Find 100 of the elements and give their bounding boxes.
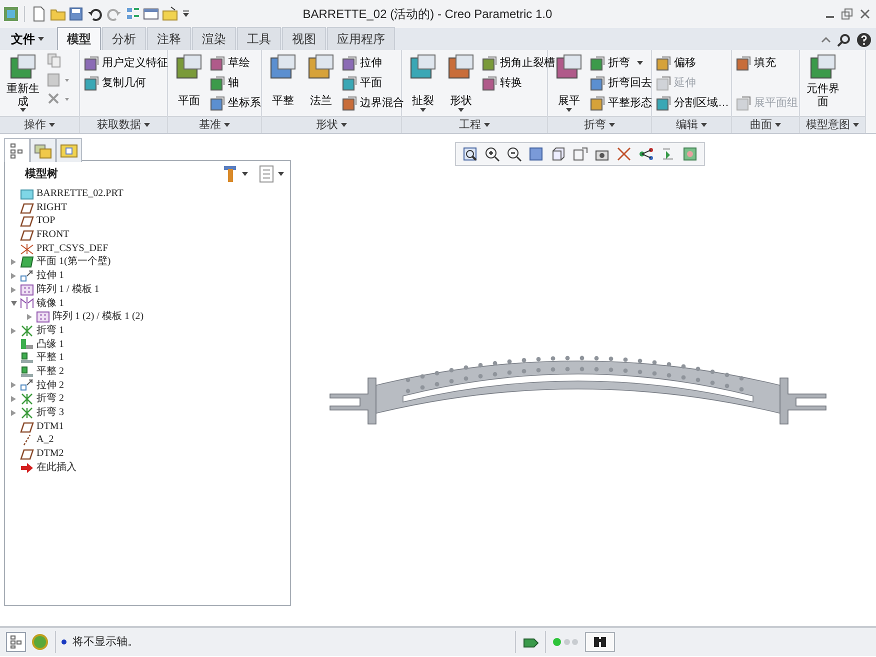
ribbon-group-label[interactable]: 形状	[316, 116, 338, 134]
ribbon-button[interactable]: 坐标系	[210, 93, 261, 113]
message-bullet-icon	[61, 639, 67, 645]
model-tree-toggle-button[interactable]	[6, 632, 26, 652]
ribbon-button[interactable]: 折弯	[590, 53, 652, 73]
ribbon-button[interactable]: 平整	[266, 53, 300, 116]
expand-arrow-icon[interactable]	[11, 396, 16, 402]
model-tree-tab[interactable]	[4, 138, 30, 162]
extrude-icon	[20, 270, 34, 282]
tree-item[interactable]: 平面 1(第一个壁)	[36, 255, 111, 270]
tree-item[interactable]: 阵列 1 / 模板 1	[36, 282, 100, 297]
file-menu[interactable]: 文件	[2, 28, 52, 50]
favorites-folder-icon	[60, 144, 78, 158]
find-button[interactable]	[585, 632, 615, 652]
feature-icon	[656, 96, 671, 110]
ribbon-button[interactable]: 平面	[172, 53, 206, 116]
tree-item[interactable]: DTM2	[36, 447, 64, 461]
ribbon-button[interactable]: 平整形态	[590, 93, 652, 113]
expand-arrow-icon[interactable]	[11, 382, 16, 388]
close-icon[interactable]	[858, 8, 870, 20]
ribbon-tab[interactable]: 模型	[57, 27, 101, 50]
ribbon-button[interactable]: 轴	[210, 73, 261, 93]
ribbon-button[interactable]: 拉伸	[342, 53, 404, 73]
ribbon-button[interactable]: 元件界面	[804, 53, 842, 116]
ribbon-tab[interactable]: 工具	[237, 27, 281, 50]
folders-icon	[34, 142, 52, 158]
tree-item[interactable]: RIGHT	[36, 200, 68, 214]
part-icon	[20, 188, 34, 200]
ribbon-button[interactable]: 平面	[342, 73, 404, 93]
tree-item[interactable]: BARRETTE_02.PRT	[36, 187, 124, 201]
ribbon-tab[interactable]: 视图	[282, 27, 326, 50]
expand-arrow-icon[interactable]	[11, 328, 16, 334]
ribbon-button[interactable]: 形状	[444, 53, 478, 116]
wall-feature-icon	[20, 256, 34, 268]
mirror-icon	[20, 297, 34, 310]
help-icon[interactable]	[856, 33, 870, 48]
tree-item[interactable]: 拉伸 2	[36, 378, 64, 392]
caret-icon	[484, 123, 490, 127]
ribbon-tab[interactable]: 分析	[102, 27, 146, 50]
tree-item[interactable]: 平整 2	[36, 364, 64, 379]
tree-item[interactable]: PRT_CSYS_DEF	[36, 242, 108, 256]
undo-icon[interactable]	[87, 6, 103, 22]
ribbon-button[interactable]: 重新生成	[4, 53, 42, 116]
bend-icon	[20, 406, 34, 419]
ribbon-button[interactable]: 转换	[482, 73, 555, 93]
tree-item[interactable]: TOP	[36, 214, 56, 228]
save-icon[interactable]	[68, 6, 84, 22]
restore-icon[interactable]	[841, 8, 853, 20]
windows-icon[interactable]	[143, 6, 160, 22]
status-message: 将不显示轴。	[72, 634, 140, 650]
ribbon-button[interactable]: 填充	[736, 53, 798, 73]
tree-item[interactable]: 折弯 1	[36, 324, 64, 338]
zoom-out-icon[interactable]	[506, 146, 522, 162]
binoculars-icon	[592, 635, 608, 649]
ribbon-button[interactable]: 分割区域…	[656, 93, 729, 113]
paste-icon[interactable]	[46, 72, 70, 88]
ribbon-tab[interactable]: 应用程序	[327, 27, 395, 50]
insert-here-icon	[20, 462, 34, 474]
search-icon[interactable]	[837, 33, 851, 48]
delete-icon[interactable]	[46, 90, 70, 106]
feature-icon	[590, 96, 605, 110]
collapse-arrow-icon[interactable]	[10, 300, 17, 306]
ribbon-button[interactable]: 草绘	[210, 53, 261, 73]
expand-arrow-icon[interactable]	[11, 259, 16, 266]
new-file-icon[interactable]	[30, 6, 47, 22]
expand-arrow-icon[interactable]	[11, 272, 16, 279]
tree-item[interactable]: 折弯 2	[36, 392, 64, 406]
tree-item[interactable]: 阵列 1 (2) / 模板 1 (2)	[52, 310, 144, 324]
refit-icon[interactable]	[462, 146, 478, 162]
ribbon-button[interactable]: 用户定义特征	[84, 53, 168, 73]
ribbon-button[interactable]: 折弯回去	[590, 73, 652, 93]
favorites-tab[interactable]	[56, 138, 82, 162]
tree-item[interactable]: 拉伸 1	[36, 269, 64, 283]
tree-item[interactable]: 凸缘 1	[36, 338, 64, 352]
expand-arrow-icon[interactable]	[11, 410, 16, 416]
tree-item[interactable]: A_2	[36, 433, 54, 448]
folder-browser-tab[interactable]	[30, 138, 56, 162]
ribbon-button[interactable]: 偏移	[656, 53, 729, 73]
bend-icon	[20, 393, 34, 406]
window-title: BARRETTE_02 (活动的) - Creo Parametric 1.0	[302, 6, 554, 23]
tree-item[interactable]: 镜像 1	[36, 296, 64, 310]
feature-icon	[84, 56, 99, 70]
ribbon-button[interactable]: 拐角止裂槽	[482, 53, 555, 73]
zoom-in-icon[interactable]	[484, 146, 500, 162]
feature-icon	[656, 76, 671, 90]
tree-item[interactable]: FRONT	[36, 228, 70, 242]
ribbon-button[interactable]: 扯裂	[406, 53, 440, 116]
feature-icon	[342, 56, 357, 70]
tree-item[interactable]: 平整 1	[36, 351, 64, 365]
model-tree-icon	[10, 142, 24, 158]
ribbon-tab[interactable]: 渲染	[192, 27, 236, 50]
ribbon-button[interactable]: 复制几何	[84, 73, 168, 93]
tree-item[interactable]: DTM1	[36, 420, 64, 434]
tree-item[interactable]: 在此插入	[36, 460, 76, 474]
ribbon-button[interactable]: 法兰	[304, 53, 338, 116]
ribbon-group-label[interactable]: 工程	[459, 116, 482, 134]
ribbon-button[interactable]: 边界混合	[342, 93, 404, 113]
datum-plane-icon	[20, 228, 34, 241]
ribbon-tab[interactable]: 注释	[147, 27, 191, 50]
tree-item[interactable]: 折弯 3	[36, 406, 64, 420]
